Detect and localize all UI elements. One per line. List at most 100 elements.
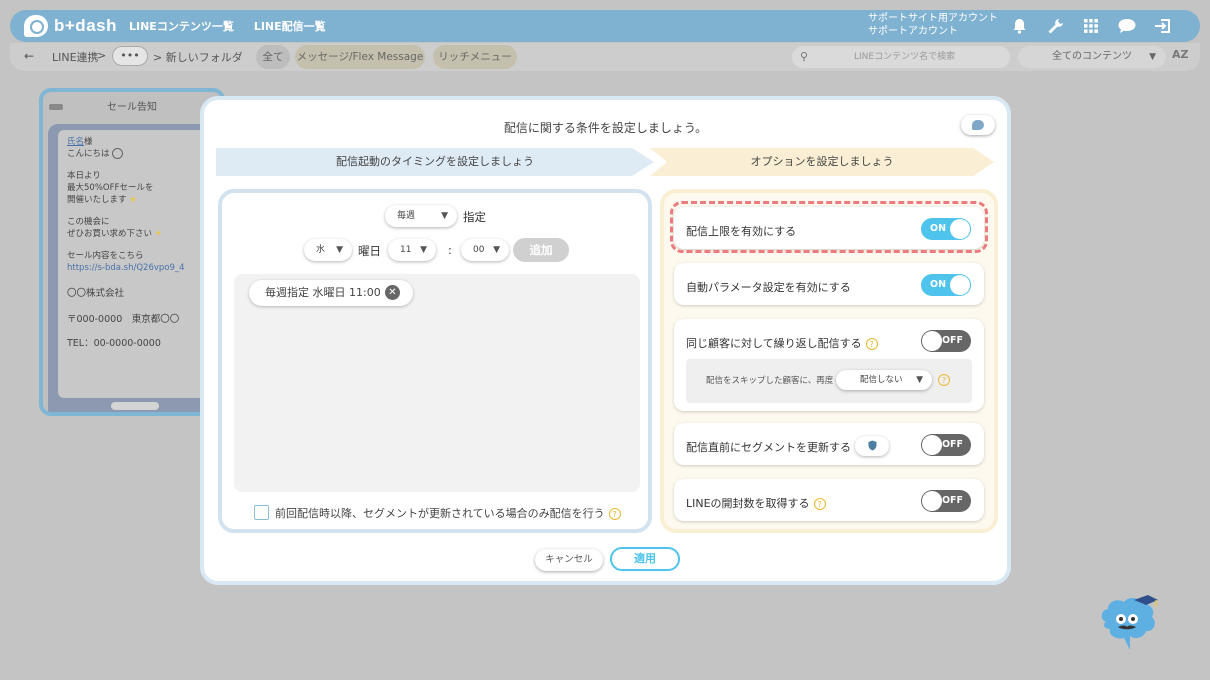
hour-value: 11 [400,245,412,255]
schedule-list: 毎週指定 水曜日 11:00 ✕ [234,274,640,492]
logo[interactable]: b+dash [24,15,117,37]
options-panel: 配信上限を有効にする ON 自動パラメータ設定を有効にする ON 同じ顧客に対し… [660,189,998,533]
breadcrumb-separator: > [97,49,107,62]
option-label: 同じ顧客に対して繰り返し配信する? [686,335,878,351]
chevron-down-icon: ▼ [916,375,923,385]
weekday-suffix-label: 曜日 [358,244,381,258]
open-count-toggle[interactable]: OFF [921,490,971,512]
company-address: 〒000-0000 東京都〇〇 [67,314,180,325]
breadcrumb-more-button[interactable]: ••• [112,46,148,66]
step-options: オプションを設定しましょう [650,148,994,176]
grid-icon[interactable] [1080,15,1102,37]
toggle-knob [950,275,970,295]
hour-select[interactable]: 11 ▼ [388,239,436,261]
repeat-redelivery-value: 配信しない [860,375,903,385]
content-preview-card[interactable]: セール告知 氏名様 こんにちは 本日より 最大50%OFFセールを 開催いたします … [39,88,225,416]
timing-panel: 毎週 ▼ 指定 水 ▼ 曜日 11 ▼ : 00 ▼ 追加 毎週指定 水曜日 1… [218,189,652,533]
repeat-delivery-toggle[interactable]: OFF [921,330,971,352]
segment-only-label: 前回配信時以降、セグメントが更新されている場合のみ配信を行う? [275,505,621,521]
account-user: サポートアカウント [868,26,958,37]
card-scrollbar[interactable] [111,402,159,410]
message-link: https://s-bda.sh/Q26vpo9_4 [67,263,185,273]
auto-parameter-toggle[interactable]: ON [921,274,971,296]
search-icon: ⚲ [800,50,809,63]
message-line: 本日より [67,171,101,181]
wrench-icon[interactable] [1044,15,1066,37]
option-label: 配信直前にセグメントを更新する [686,441,851,454]
schedule-chip-label: 毎週指定 水曜日 11:00 [265,286,381,299]
account-name: サポートサイト用アカウント [868,13,998,24]
emoji-face-icon [112,148,124,159]
repeat-sub-setting: 配信をスキップした顧客に、再度 配信しない ▼ ? [686,359,972,403]
help-question-icon[interactable]: ? [813,498,826,510]
help-question-icon[interactable]: ? [865,338,878,350]
chevron-down-icon: ▼ [1149,52,1156,62]
toggle-knob [922,331,942,351]
message-line: ぜひお買い求め下さい [67,229,153,239]
toggle-state: ON [930,279,947,290]
frequency-suffix-label: 指定 [463,210,486,224]
content-filter-select[interactable]: 全てのコンテンツ ▼ [1018,46,1166,68]
help-question-icon[interactable]: ? [938,374,950,386]
nav-line-contents[interactable]: LINEコンテンツ一覧 [129,18,234,34]
message-line: 開催いたします [67,195,127,205]
toggle-state: OFF [941,495,963,506]
chevron-down-icon: ▼ [336,245,343,255]
header-icons [1008,15,1174,37]
logo-icon [24,15,48,37]
option-auto-parameter: 自動パラメータ設定を有効にする ON [674,263,984,305]
breadcrumb-folder[interactable]: > 新しいフォルダ [153,49,243,65]
bell-icon[interactable] [1008,15,1030,37]
option-label: 自動パラメータ設定を有効にする [686,281,851,294]
top-bar: b+dash LINEコンテンツ一覧 LINE配信一覧 サポートサイト用アカウン… [10,10,1200,42]
minute-value: 00 [473,245,485,255]
frequency-select[interactable]: 毎週 ▼ [385,205,457,227]
remove-chip-icon[interactable]: ✕ [385,285,400,300]
logo-text: b+dash [54,16,117,35]
filter-tab-all[interactable]: 全て [256,45,290,69]
weekday-select[interactable]: 水 ▼ [304,239,352,261]
card-title: セール告知 [107,102,157,113]
sub-bar: ← LINE連携 > ••• > 新しいフォルダ 全て メッセージ/Flex M… [10,43,1200,71]
option-segment-refresh: 配信直前にセグメントを更新する OFF [674,423,984,465]
card-preview-body: 氏名様 こんにちは 本日より 最大50%OFFセールを 開催いたします ★ この機会… [48,124,221,412]
minute-select[interactable]: 00 ▼ [461,239,509,261]
modal-title: 配信に関する条件を設定しましょう。 [503,121,708,135]
message-line: セール内容をこちら [67,251,144,261]
toggle-knob [922,491,942,511]
segment-refresh-toggle[interactable]: OFF [921,434,971,456]
logout-icon[interactable] [1152,15,1174,37]
cancel-button[interactable]: キャンセル [535,549,603,571]
option-open-count: LINEの開封数を取得する? OFF [674,479,984,521]
segment-only-checkbox[interactable] [254,505,269,520]
help-question-icon[interactable]: ? [608,508,621,520]
filter-tab-message[interactable]: メッセージ/Flex Message [295,45,425,69]
option-label-text: 同じ顧客に対して繰り返し配信する [686,337,862,350]
apply-button[interactable]: 適用 [610,547,680,571]
breadcrumb-root[interactable]: LINE連携 [52,49,99,65]
message-line: 最大50%OFFセールを [67,183,154,193]
chevron-down-icon: ▼ [441,211,448,221]
search-placeholder: LINEコンテンツ名で検索 [854,52,956,62]
help-chat-button[interactable] [961,115,995,135]
nav-line-deliveries[interactable]: LINE配信一覧 [254,18,326,34]
filter-tab-richmenu[interactable]: リッチメニュー [433,45,517,69]
top-nav: LINEコンテンツ一覧 LINE配信一覧 [129,18,326,34]
sort-az-button[interactable]: AZ [1172,48,1189,61]
search-input[interactable]: ⚲ LINEコンテンツ名で検索 [792,46,1010,68]
account-info[interactable]: サポートサイト用アカウント サポートアカウント [868,12,998,38]
sparkle-icon: ✦ [154,229,162,239]
name-tag: 氏名 [67,137,85,147]
add-schedule-button[interactable]: 追加 [513,238,569,262]
chat-icon[interactable] [1116,15,1138,37]
mascot-assistant-icon[interactable] [1096,592,1162,654]
weekday-value: 水 [316,245,326,255]
message-line: この機会に [67,217,110,227]
repeat-redelivery-select[interactable]: 配信しない ▼ [836,370,932,390]
option-repeat-delivery: 同じ顧客に対して繰り返し配信する? OFF 配信をスキップした顧客に、再度 配信… [674,319,984,411]
message-bubble: 氏名様 こんにちは 本日より 最大50%OFFセールを 開催いたします ★ この機会… [58,130,218,398]
chevron-down-icon: ▼ [493,245,500,255]
segment-info-button[interactable] [855,436,889,456]
delivery-settings-modal: 配信に関する条件を設定しましょう。 配信起動のタイミングを設定しましょう オプシ… [200,96,1011,585]
back-arrow-icon[interactable]: ← [24,49,34,63]
